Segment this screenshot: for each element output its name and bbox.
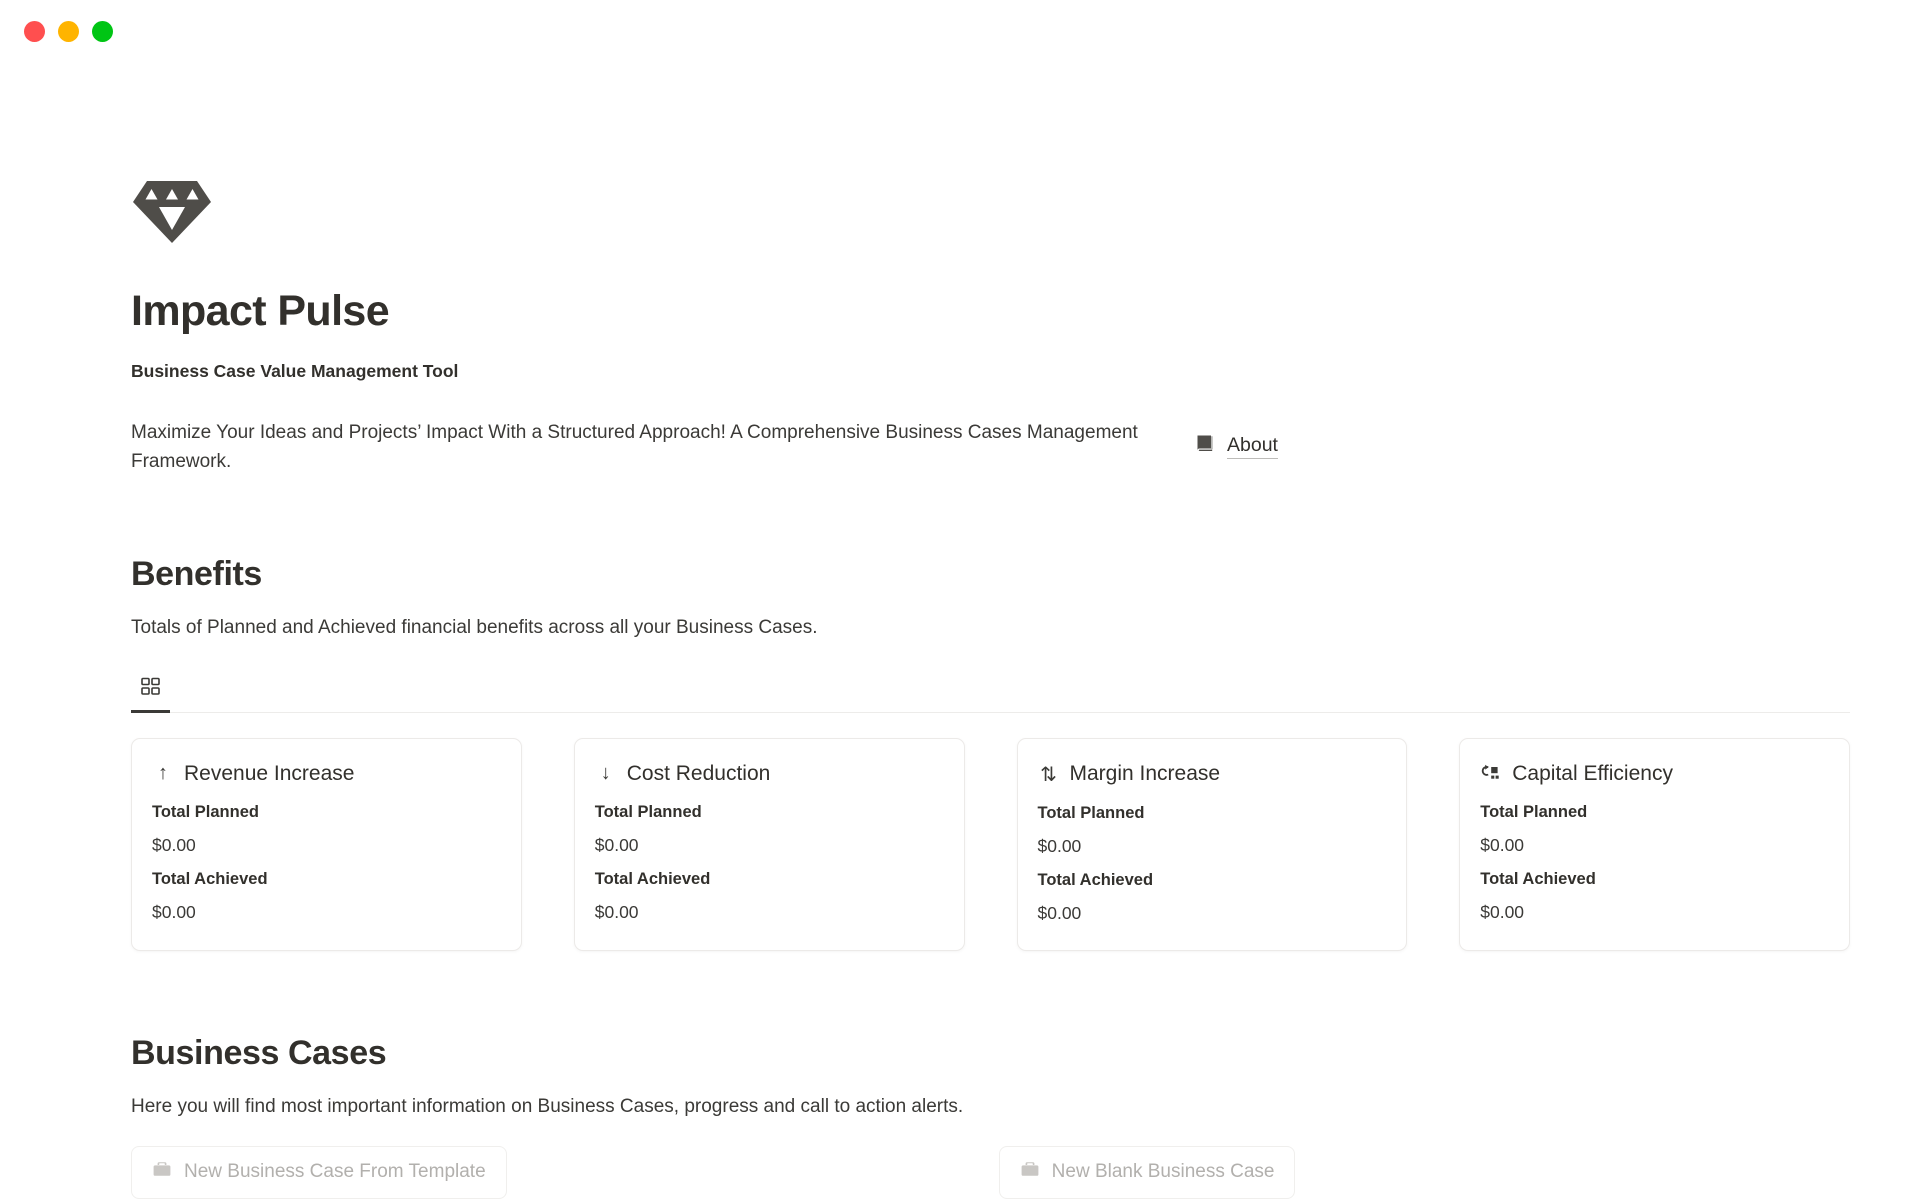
about-link[interactable]: About	[1195, 433, 1278, 459]
benefit-card-margin-increase[interactable]: ⇅ Margin Increase Total Planned $0.00 To…	[1016, 737, 1408, 951]
benefits-section: Benefits Totals of Planned and Achieved …	[131, 555, 1850, 951]
benefits-grid-view-tab[interactable]	[131, 669, 170, 714]
button-label: New Blank Business Case	[1051, 1161, 1275, 1183]
window-minimize-button[interactable]	[58, 20, 79, 42]
business-cases-title: Business Cases	[131, 1033, 387, 1072]
business-cases-subtitle: Here you will find most important inform…	[131, 1095, 964, 1117]
button-label: New Business Case From Template	[184, 1161, 486, 1183]
briefcase-icon	[152, 1160, 172, 1185]
total-planned-value: $0.00	[152, 834, 196, 855]
book-icon	[1195, 433, 1216, 459]
about-label: About	[1227, 434, 1278, 459]
card-title: Capital Efficiency	[1512, 761, 1673, 785]
business-cases-actions: New Business Case From Template New Blan…	[131, 1145, 1850, 1199]
diamond-icon	[131, 178, 1850, 246]
total-achieved-value: $0.00	[1037, 902, 1082, 923]
business-cases-section: Business Cases Here you will find most i…	[131, 1034, 1850, 1200]
total-planned-label: Total Planned	[152, 802, 259, 821]
card-header: ↑ Revenue Increase	[152, 762, 501, 786]
briefcase-icon	[1020, 1160, 1040, 1185]
total-achieved-value: $0.00	[1480, 901, 1525, 922]
card-title: Revenue Increase	[184, 761, 355, 785]
arrow-down-icon: ↓	[600, 762, 611, 785]
benefit-card-cost-reduction[interactable]: ↓ Cost Reduction Total Planned $0.00 Tot…	[573, 737, 965, 951]
total-planned-label: Total Planned	[594, 802, 702, 821]
card-title: Margin Increase	[1069, 762, 1221, 786]
total-achieved-value: $0.00	[594, 901, 639, 922]
total-achieved-label: Total Achieved	[1480, 869, 1596, 888]
total-achieved-value: $0.00	[152, 901, 196, 922]
benefits-title: Benefits	[131, 555, 262, 594]
description-row: Maximize Your Ideas and Projects’ Impact…	[131, 419, 1850, 477]
benefits-view-tabbar	[131, 669, 1850, 714]
total-achieved-label: Total Achieved	[152, 869, 268, 888]
window-close-button[interactable]	[24, 20, 45, 42]
benefit-card-capital-efficiency[interactable]: Capital Efficiency Total Planned $0.00 T…	[1459, 737, 1850, 951]
card-header: Capital Efficiency	[1480, 762, 1829, 786]
benefits-subtitle: Totals of Planned and Achieved financial…	[131, 617, 818, 639]
grid-view-icon	[141, 677, 160, 701]
total-planned-value: $0.00	[1037, 835, 1082, 856]
new-blank-business-case-button[interactable]: New Blank Business Case	[998, 1145, 1296, 1199]
card-header: ⇅ Margin Increase	[1038, 762, 1387, 787]
arrows-up-down-icon: ⇅	[1040, 763, 1057, 786]
window-maximize-button[interactable]	[92, 20, 113, 42]
total-achieved-label: Total Achieved	[594, 869, 711, 888]
page-subtitle: Business Case Value Management Tool	[131, 361, 459, 382]
workflow-icon	[1480, 764, 1502, 783]
card-title: Cost Reduction	[626, 761, 771, 785]
new-business-case-from-template-button[interactable]: New Business Case From Template	[131, 1145, 507, 1199]
benefit-card-revenue-increase[interactable]: ↑ Revenue Increase Total Planned $0.00 T…	[131, 737, 522, 951]
total-achieved-label: Total Achieved	[1037, 870, 1154, 889]
card-header: ↓ Cost Reduction	[595, 762, 944, 786]
arrow-up-icon: ↑	[158, 762, 168, 785]
total-planned-label: Total Planned	[1480, 802, 1588, 821]
page-title: Impact Pulse	[131, 287, 390, 335]
button-spacer	[507, 1146, 999, 1199]
total-planned-label: Total Planned	[1037, 803, 1145, 822]
page-description: Maximize Your Ideas and Projects’ Impact…	[131, 422, 1138, 473]
window-titlebar	[0, 0, 1920, 62]
page-content: Impact Pulse Business Case Value Managem…	[0, 178, 1920, 1200]
benefit-cards: ↑ Revenue Increase Total Planned $0.00 T…	[131, 737, 1850, 951]
app-logo	[131, 178, 1850, 246]
total-planned-value: $0.00	[594, 834, 639, 855]
total-planned-value: $0.00	[1480, 834, 1525, 855]
